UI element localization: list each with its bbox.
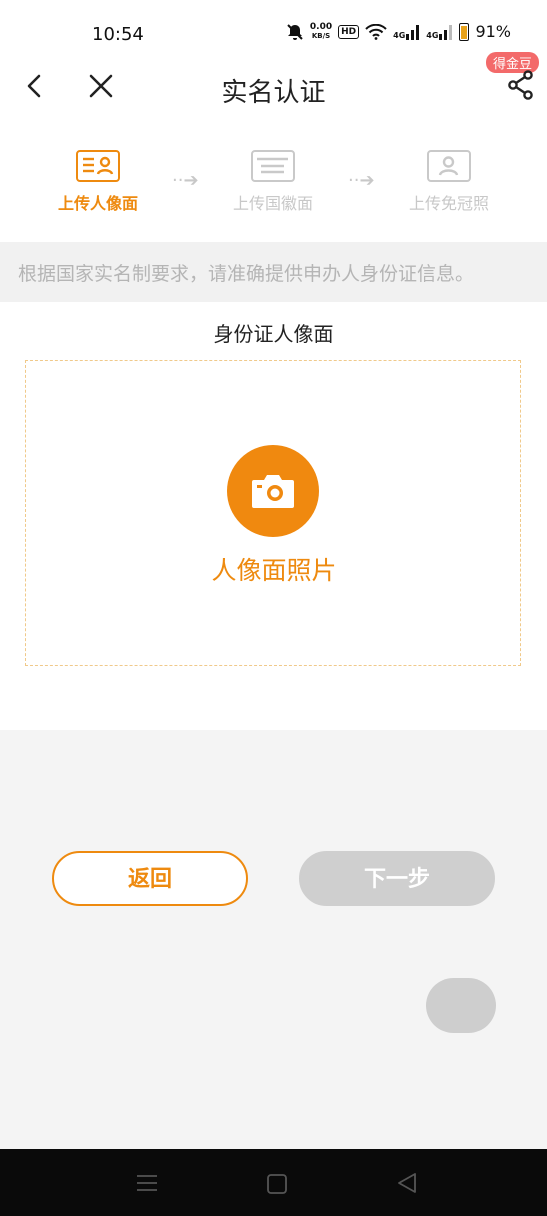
- step-label: 上传国徽面: [232, 194, 313, 213]
- next-step-button[interactable]: 下一步: [299, 851, 495, 906]
- hd-icon: HD: [338, 24, 360, 39]
- upload-title: 身份证人像面: [213, 322, 334, 346]
- arrow-right-icon: ··➔: [172, 170, 199, 191]
- signal-bars-icon: [439, 24, 453, 40]
- floating-button[interactable]: [426, 978, 496, 1033]
- upload-label[interactable]: 人像面照片: [26, 551, 522, 587]
- share-area[interactable]: 得金豆: [477, 52, 547, 116]
- mute-bell-icon: [287, 23, 303, 40]
- back-button[interactable]: 返回: [52, 851, 248, 906]
- step-upload-portrait: 上传人像面: [38, 150, 158, 214]
- notice-bar: 根据国家实名制要求，请准确提供申办人身份证信息。: [0, 242, 547, 302]
- camera-icon: [252, 475, 294, 508]
- camera-button[interactable]: [227, 445, 319, 537]
- portrait-upload-area[interactable]: 人像面照片: [25, 360, 521, 666]
- menu-icon[interactable]: [136, 1173, 158, 1193]
- status-icons: 0.00 KB/S HD 4G 4G 91%: [286, 22, 511, 41]
- step-label: 上传免冠照: [408, 194, 489, 213]
- arrow-right-icon: ··➔: [348, 170, 375, 191]
- step-upload-photo: 上传免冠照: [389, 150, 509, 214]
- portrait-photo-icon: [427, 150, 471, 182]
- step-label: 上传人像面: [57, 194, 138, 213]
- step-indicator: 上传人像面 ··➔ 上传国徽面 ··➔ 上传免冠照: [0, 124, 547, 242]
- signal-bars-icon: [406, 24, 420, 40]
- home-icon[interactable]: [266, 1173, 288, 1195]
- net-speed: 0.00 KB/S: [309, 21, 333, 40]
- wifi-icon: [365, 23, 387, 40]
- nav-bar: 实名认证 得金豆: [0, 52, 547, 124]
- step-upload-emblem: 上传国徽面: [213, 150, 333, 214]
- battery-icon: [459, 22, 470, 41]
- share-icon[interactable]: [507, 70, 535, 100]
- page-title: 实名认证: [221, 78, 326, 108]
- status-time: 10:54: [92, 24, 144, 45]
- battery-percent: 91%: [475, 22, 511, 41]
- signal-1: 4G: [393, 24, 420, 40]
- signal-2: 4G: [426, 24, 453, 40]
- upload-section: 身份证人像面 人像面照片: [0, 302, 547, 730]
- notice-text: 根据国家实名制要求，请准确提供申办人身份证信息。: [18, 263, 475, 285]
- status-bar: 10:54 0.00 KB/S HD 4G 4G 91%: [0, 0, 547, 66]
- system-nav-bar: [0, 1149, 547, 1216]
- id-card-portrait-icon: [76, 150, 120, 182]
- id-card-emblem-icon: [251, 150, 295, 182]
- back-triangle-icon[interactable]: [396, 1172, 418, 1194]
